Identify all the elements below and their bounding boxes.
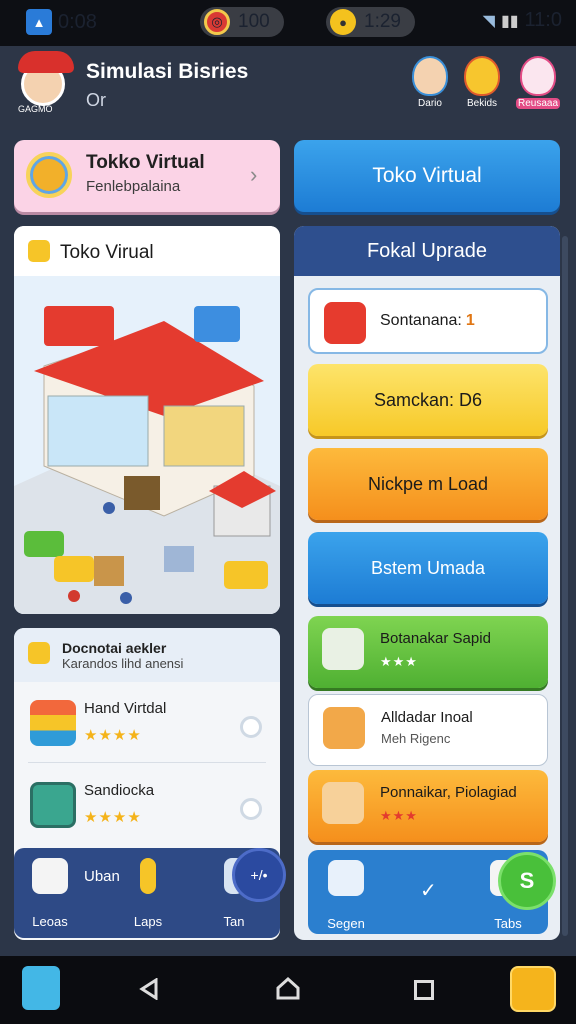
page-subtitle: Or [86,90,106,110]
pencil-app-icon[interactable] [510,966,556,1012]
hand-icon [328,860,364,896]
list-badge-icon [28,642,50,664]
player-2-label: Bekids [466,98,497,109]
list-card-title: Docnotai aekler [62,640,167,656]
list-item-title: Sandiocka [84,782,155,799]
check-icon: ✓ [420,880,437,902]
store-badge-icon [28,240,50,262]
wifi-icon: ◥ [482,12,495,30]
upgrade-item-7-label: Ponnaikar, Piolagiad [380,784,517,801]
list-item-title: Hand Virtdal [84,700,167,717]
bottom-tab-left-2[interactable]: Laps [118,858,178,929]
upgrade-item-6[interactable]: Alldadar Inoal Meh Rigenc [308,694,548,766]
left-fab-button[interactable]: +/• [232,848,286,902]
upgrade-item-1[interactable]: Sontanana: 1 [308,288,548,354]
upgrade-item-2[interactable]: Samckan: D6 [308,364,548,436]
avatar-badge: GAGMO [18,104,53,114]
upgrade-panel-title: Fokal Uprade [294,226,560,276]
list-card-subtitle: Karandos lihd anensi [62,656,184,671]
player-3-label: Reusaaa [516,98,560,109]
bottom-tab-left-2-label: Laps [133,914,163,929]
signal-icon: ▮▮ [500,12,519,30]
player-2-icon [464,56,500,96]
virtual-store-card-title: Tokko Virtual [86,152,205,173]
player-3-icon [520,56,556,96]
upgrade-item-7[interactable]: Ponnaikar, Piolagiad ★★★ [308,770,548,842]
timer-counter[interactable]: ● 1:29 [326,7,415,37]
timer-icon: ● [330,9,356,35]
bottle-icon [140,858,156,894]
divider [28,762,266,763]
box-icon [323,707,365,749]
list-item-radio[interactable] [240,716,262,738]
list-item[interactable]: Sandiocka ★★★★ [14,768,280,852]
store-card-title: Toko Virual [60,242,154,263]
home-app-icon[interactable] [22,966,60,1010]
gear-icon [26,152,72,198]
right-fab-button[interactable]: S [498,852,556,910]
upgrade-item-6-sub: Meh Rigenc [381,731,451,746]
upgrade-item-5-stars: ★★★ [380,654,418,669]
shopping-cart-icon [322,628,364,670]
fabric-stack-icon [30,700,76,746]
cabinet-icon [30,782,76,828]
coin-icon: ◎ [204,9,230,35]
coin-value: 100 [238,11,270,32]
status-left: ▲ 0:08 [26,9,97,35]
store-illustration[interactable] [14,276,280,614]
bottom-bar-inline-label: Uban [84,868,120,885]
upgrade-item-7-stars: ★★★ [380,808,418,823]
list-item-stars: ★★★★ [84,809,142,826]
bowl-icon [32,858,68,894]
upgrade-item-5[interactable]: Botanakar Sapid ★★★ [308,616,548,688]
status-time: 0:08 [58,10,97,33]
virtual-store-button[interactable]: Toko Virtual [294,140,560,212]
player-1-label: Dario [418,98,442,109]
gift-box-icon [322,782,364,824]
bottom-tab-left-3-label: Tan [223,914,245,929]
upgrade-item-3[interactable]: Nickpe m Load [308,448,548,520]
recent-apps-icon[interactable] [414,980,434,1000]
bottom-tab-left-1[interactable]: Leoas [20,858,80,929]
upgrade-item-6-label: Alldadar Inoal [381,709,473,726]
cart-cylinder-icon [324,302,366,344]
virtual-store-card-subtitle: Fenlebpalaina [86,178,181,195]
store-card: Toko Virual [14,226,280,614]
list-item-radio[interactable] [240,798,262,820]
bottom-tab-right-1-label: Segen [327,916,365,931]
player-avatar-3[interactable]: Reusaaa [516,56,560,109]
app-logo-icon: ▲ [26,9,52,35]
status-right: ◥ ▮▮ 11:0 [483,9,562,32]
upgrade-item-4[interactable]: Bstem Umada [308,532,548,604]
player-avatar-2[interactable]: Bekids [460,56,504,109]
store-scene-image [14,306,280,614]
coin-counter[interactable]: ◎ 100 [200,7,284,37]
page-title: Simulasi Bisries [86,60,249,83]
scrollbar[interactable] [562,236,568,936]
status-right-time: 11:0 [524,9,562,31]
chevron-right-icon: › [250,162,258,187]
upgrade-item-1-label: Sontanana: [380,312,462,329]
player-1-icon [412,56,448,96]
list-item[interactable]: Hand Virtdal ★★★★ [14,686,280,770]
avatar-face-icon [18,51,74,106]
upgrade-panel: Fokal Uprade Sontanana: 1 Samckan: D6 Nic… [294,226,560,940]
back-icon[interactable] [138,978,160,1000]
player-avatar-1[interactable]: Dario [408,56,452,109]
timer-value: 1:29 [364,11,401,32]
list-item-stars: ★★★★ [84,727,142,744]
bottom-tab-left-1-label: Leoas [32,914,68,929]
bottom-tab-right-1[interactable]: Segen [316,860,376,931]
home-icon[interactable] [276,976,300,1000]
upgrade-item-1-value: 1 [465,312,475,329]
bottom-tab-right-2-label: Tabs [494,916,522,931]
upgrade-item-5-label: Botanakar Sapid [380,630,491,647]
